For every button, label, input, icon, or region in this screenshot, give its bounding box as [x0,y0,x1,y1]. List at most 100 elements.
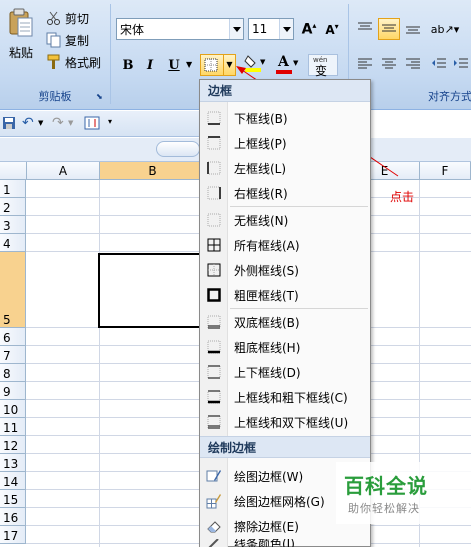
menu-item-border-thick-box[interactable]: 粗匣框线(T) [200,283,370,307]
eraser-icon [200,514,228,538]
menu-item-border-outside[interactable]: 外侧框线(S) [200,258,370,282]
copy-button[interactable]: 复制 [46,30,89,50]
select-all-corner[interactable] [0,162,27,180]
copy-icon [46,32,62,48]
shrink-font-button[interactable]: A▾ [321,18,343,40]
svg-text:▼: ▼ [260,58,266,66]
border-thick-box-icon [200,283,228,307]
row-header[interactable]: 10 [0,400,26,418]
row-header[interactable]: 12 [0,436,26,454]
border-all-icon [204,58,218,75]
save-icon[interactable] [2,116,16,133]
format-painter-icon [46,54,62,70]
align-right-icon [405,57,421,74]
row-header[interactable]: 8 [0,364,26,382]
watermark-subtitle: 助你轻松解决 [348,502,420,515]
row-header[interactable]: 5 [0,252,26,328]
text-orientation-icon: ab↗▾ [430,22,460,36]
italic-label: I [146,57,154,73]
row-header[interactable]: 1 [0,180,26,198]
copy-label: 复制 [65,33,90,48]
row-header[interactable]: 15 [0,490,26,508]
formula-bar-splitter[interactable] [156,141,200,157]
undo-dropdown-icon[interactable]: ▼ [38,119,43,127]
paste-button[interactable]: 粘贴 [4,4,38,74]
border-top-thick-bottom-icon [200,385,228,409]
undo-icon[interactable]: ↶ [22,115,34,131]
menu-item-label: 所有框线(A) [234,238,300,253]
row-header[interactable]: 14 [0,472,26,490]
row-header[interactable]: 4 [0,234,26,252]
align-middle-button[interactable] [378,18,400,40]
bold-label: B [122,57,134,73]
dialog-launcher-icon[interactable]: ⬊ [96,92,103,101]
customize-toolbar-icon[interactable]: ▾ [108,117,112,126]
align-left-button[interactable] [354,54,376,76]
menu-item-label: 下框线(B) [234,111,288,126]
row-header[interactable]: 6 [0,328,26,346]
border-double-bottom-icon [200,310,228,334]
menu-item-border-top[interactable]: 上框线(P) [200,131,370,155]
align-top-button[interactable] [354,18,376,40]
paste-icon [8,8,34,38]
row-header[interactable]: 2 [0,198,26,216]
font-name-combo[interactable]: 宋体 [116,18,244,40]
phonetic-button[interactable]: wén 变 [308,54,338,78]
menu-item-border-thick-bottom[interactable]: 粗底框线(H) [200,335,370,359]
border-dropdown-icon[interactable]: ▼ [223,55,235,75]
font-size-combo[interactable]: 11 [248,18,294,40]
column-header[interactable]: B [100,162,206,180]
row-header[interactable]: 7 [0,346,26,364]
paint-bucket-icon: ▼ [244,54,266,76]
row-header[interactable]: 3 [0,216,26,234]
row-header[interactable]: 9 [0,382,26,400]
increase-indent-button[interactable] [450,54,471,76]
redo-icon[interactable]: ↷ [52,115,64,131]
row-header[interactable]: 16 [0,508,26,526]
column-header[interactable]: F [420,162,471,180]
menu-item-border-left[interactable]: 左框线(L) [200,156,370,180]
underline-button[interactable]: U [164,54,184,76]
sort-icon[interactable] [84,116,100,133]
menu-item-border-top-bottom[interactable]: 上下框线(D) [200,360,370,384]
italic-button[interactable]: I [140,54,160,76]
menu-item-border-top-double-bottom[interactable]: 上框线和双下框线(U) [200,410,370,434]
menu-item-border-none[interactable]: 无框线(N) [200,208,370,232]
selected-cell[interactable] [98,253,206,328]
orientation-button[interactable]: ab↗▾ [428,18,462,40]
menu-section-title: 边框 [200,80,370,102]
fill-color-button[interactable]: ▼ [240,54,270,76]
align-right-button[interactable] [402,54,424,76]
menu-item-border-double-bottom[interactable]: 双底框线(B) [200,310,370,334]
draw-border-grid-icon [200,489,228,513]
menu-item-border-right[interactable]: 右框线(R) [200,181,370,205]
grow-font-button[interactable]: A▴ [298,18,320,40]
bold-button[interactable]: B [118,54,138,76]
font-color-button[interactable]: A ▼ [272,54,302,76]
column-header[interactable]: A [27,162,100,180]
align-top-icon [357,21,373,38]
underline-dropdown-icon[interactable]: ▼ [186,60,192,69]
cut-button[interactable]: 剪切 [46,8,89,28]
menu-item-line-color[interactable]: 线条颜色(I) [200,539,370,547]
menu-item-border-bottom[interactable]: 下框线(B) [200,106,370,130]
redo-dropdown-icon[interactable]: ▼ [68,119,73,127]
quick-access-toolbar: ↶ ▼ ↷ ▼ ▾ [0,111,200,137]
border-left-icon [200,156,228,180]
format-painter-button[interactable]: 格式刷 [46,52,101,72]
menu-item-border-all[interactable]: 所有框线(A) [200,233,370,257]
border-none-icon [200,208,228,232]
decrease-indent-button[interactable] [428,54,450,76]
row-header[interactable]: 13 [0,454,26,472]
menu-item-label: 左框线(L) [234,161,287,176]
row-header[interactable]: 11 [0,418,26,436]
menu-item-border-top-thick-bottom[interactable]: 上框线和粗下框线(C) [200,385,370,409]
border-all-icon [200,233,228,257]
align-center-button[interactable] [378,54,400,76]
border-button[interactable]: ▼ [200,54,236,76]
chevron-down-icon[interactable] [229,19,243,39]
chevron-down-icon[interactable] [279,19,293,39]
align-center-icon [381,57,397,74]
row-header[interactable]: 17 [0,526,26,544]
align-bottom-button[interactable] [402,18,424,40]
